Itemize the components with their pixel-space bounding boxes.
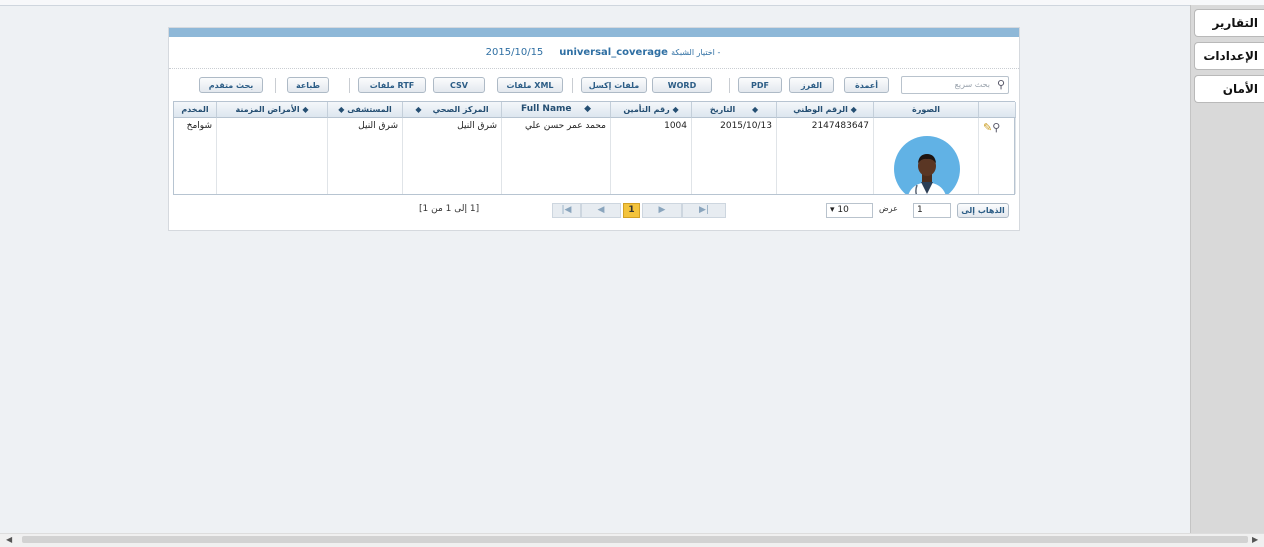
- column-header-full-name[interactable]: Full Name ◆: [502, 102, 611, 118]
- current-page[interactable]: 1: [623, 203, 640, 218]
- cell-date: 2015/10/13: [692, 118, 777, 194]
- next-page-icon[interactable]: ▶: [642, 203, 682, 218]
- export-word-button[interactable]: WORD: [652, 77, 712, 93]
- results-table: الصورة ◆ الرقم الوطني ◆ التاريخ ◆ رقم ال…: [173, 101, 1016, 195]
- rows-per-page-value: 10: [837, 205, 849, 215]
- export-rtf-button[interactable]: ملفات RTF: [358, 77, 426, 93]
- print-button[interactable]: طباعة: [287, 77, 329, 93]
- doctor-avatar-icon: [908, 154, 946, 194]
- column-header-full-name-label: Full Name: [521, 104, 572, 114]
- column-header-hospital-label: المستشفى: [347, 105, 392, 114]
- advanced-search-button[interactable]: بحث متقدم: [199, 77, 263, 93]
- export-csv-button[interactable]: CSV: [433, 77, 485, 93]
- rows-per-page-select[interactable]: ▾ 10: [826, 203, 873, 218]
- caption-coverage: universal_coverage: [559, 47, 668, 58]
- sidebar: التقارير الإعدادات الأمان: [1190, 5, 1264, 533]
- row-photo: [874, 118, 979, 194]
- toolbar-divider: [275, 78, 276, 93]
- first-page-icon[interactable]: |◀: [552, 203, 581, 218]
- column-header-user[interactable]: المخدم: [174, 102, 217, 118]
- scroll-left-icon[interactable]: ◀: [6, 535, 12, 544]
- cell-hospital: شرق النيل: [328, 118, 403, 194]
- panel-caption: 2015/10/15 universal_coverage اختيار الش…: [169, 47, 1019, 58]
- view-magnifier-icon[interactable]: ⚲: [992, 121, 1000, 134]
- goto-page-input[interactable]: 1: [913, 203, 951, 218]
- results-panel: 2015/10/15 universal_coverage اختيار الش…: [168, 27, 1020, 231]
- column-header-health-center[interactable]: المركز الصحي ◆: [403, 102, 502, 118]
- sort-icon: ◆: [415, 105, 422, 114]
- edit-pencil-icon[interactable]: ✎: [983, 121, 992, 134]
- panel-title-bar: [169, 28, 1019, 37]
- export-pdf-button[interactable]: PDF: [738, 77, 782, 93]
- sort-icon: ◆: [338, 105, 345, 114]
- caption-prefix: اختيار الشبكة -: [671, 48, 721, 57]
- column-header-actions: [979, 102, 1016, 118]
- sidebar-item-settings[interactable]: الإعدادات: [1194, 42, 1264, 70]
- scrollbar-thumb[interactable]: [22, 536, 1248, 543]
- cell-insurance-no: 1004: [611, 118, 692, 194]
- caption-date: 2015/10/15: [485, 47, 544, 58]
- sidebar-item-reports[interactable]: التقارير: [1194, 9, 1264, 37]
- pager: الذهاب إلى 1 عرض ▾ 10 |◀ ◀ 1 ▶ ▶| [1 إلى…: [173, 200, 1015, 222]
- cell-full-name: محمد عمر حسن علي: [502, 118, 611, 194]
- quick-search-input[interactable]: بحث سريع ⚲: [901, 76, 1009, 94]
- sidebar-item-security[interactable]: الأمان: [1194, 75, 1264, 103]
- sort-icon: ◆: [751, 105, 759, 114]
- caption-divider: [169, 68, 1019, 69]
- sort-button[interactable]: الفرز: [789, 77, 834, 93]
- column-header-insurance-no[interactable]: ◆ رقم التأمين: [611, 102, 692, 118]
- toolbar-divider: [349, 78, 350, 93]
- toolbar-divider: [729, 78, 730, 93]
- prev-page-icon[interactable]: ◀: [581, 203, 621, 218]
- columns-button[interactable]: أعمدة: [844, 77, 889, 93]
- top-border: [0, 0, 1264, 6]
- search-icon: ⚲: [996, 78, 1005, 91]
- row-actions: ✎⚲: [979, 118, 1016, 194]
- column-header-date[interactable]: ◆ التاريخ: [692, 102, 777, 118]
- column-header-photo[interactable]: الصورة: [874, 102, 979, 118]
- column-header-date-label: التاريخ: [709, 105, 736, 114]
- horizontal-scrollbar[interactable]: ◀ ▶: [0, 533, 1264, 547]
- export-excel-button[interactable]: ملفات إكسل: [581, 77, 647, 93]
- scroll-right-icon[interactable]: ▶: [1252, 535, 1258, 544]
- search-placeholder: بحث سريع: [954, 80, 990, 89]
- last-page-icon[interactable]: ▶|: [682, 203, 726, 218]
- column-header-hospital[interactable]: المستشفى ◆: [328, 102, 403, 118]
- cell-chronic-diseases: [217, 118, 328, 194]
- column-header-health-center-label: المركز الصحي: [432, 105, 489, 114]
- cell-national-id: 2147483647: [777, 118, 874, 194]
- sort-icon: ◆: [584, 104, 591, 114]
- column-header-chronic-diseases[interactable]: ◆ الأمراض المزمنة: [217, 102, 328, 118]
- goto-page-button[interactable]: الذهاب إلى: [957, 203, 1009, 218]
- cell-health-center: شرق النيل: [403, 118, 502, 194]
- toolbar-divider: [572, 78, 573, 93]
- show-label: عرض: [879, 204, 898, 213]
- page-info: [1 إلى 1 من 1]: [419, 204, 480, 214]
- doctor-avatar: [894, 136, 960, 194]
- export-xml-button[interactable]: ملفات XML: [497, 77, 563, 93]
- cell-user: شوامخ: [174, 118, 217, 194]
- column-header-national-id[interactable]: ◆ الرقم الوطني: [777, 102, 874, 118]
